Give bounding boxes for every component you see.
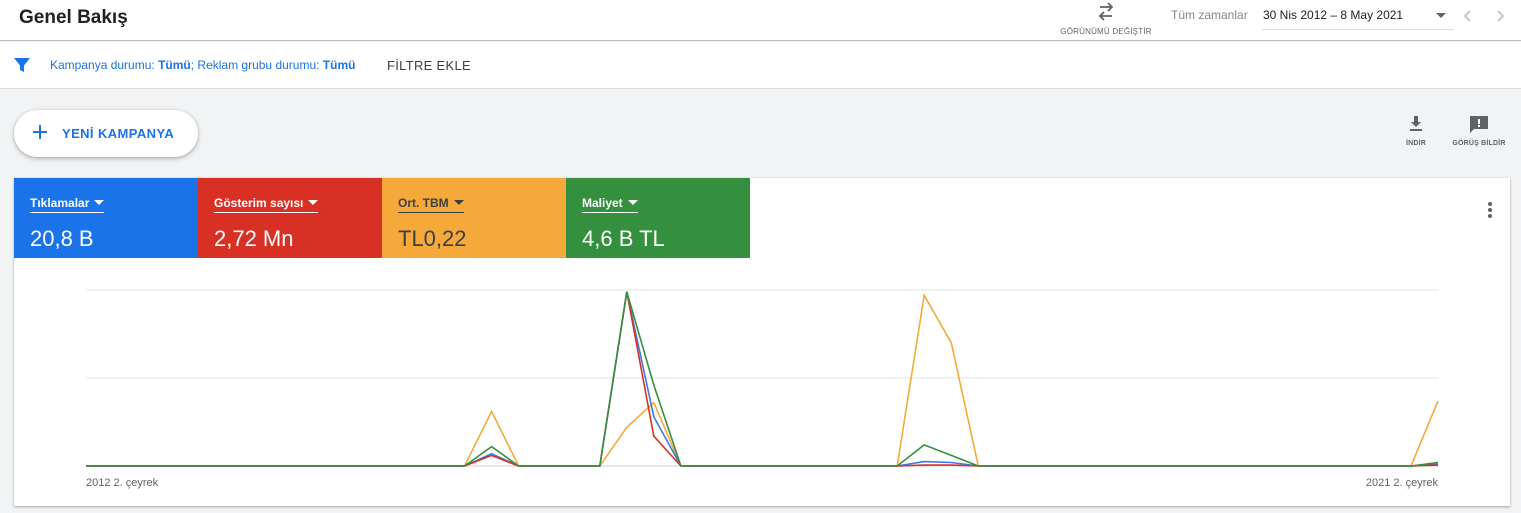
feedback-button[interactable]: GÖRÜŞ BİLDİR (1448, 114, 1510, 156)
active-filters[interactable]: Kampanya durumu: Tümü; Reklam grubu duru… (50, 58, 355, 72)
page-title: Genel Bakış (19, 7, 128, 28)
chart-gridlines (86, 289, 1438, 467)
chart-series (86, 291, 1439, 467)
date-range-selector[interactable]: 30 Nis 2012 – 8 May 2021 (1262, 2, 1454, 30)
feedback-label: GÖRÜŞ BİLDİR (1452, 140, 1506, 147)
adgroup-status-label: Reklam grubu durumu: (197, 58, 323, 72)
new-campaign-label: YENİ KAMPANYA (62, 126, 175, 141)
filter-bar: Kampanya durumu: Tümü; Reklam grubu duru… (0, 42, 1521, 89)
header: Genel Bakış GÖRÜNÜMÜ DEĞİŞTİR Tüm zamanl… (0, 0, 1521, 41)
previous-period-button[interactable] (1458, 6, 1478, 26)
campaign-status-value: Tümü (158, 58, 191, 72)
x-tick-label-end: 2021 2. çeyrek (1366, 477, 1439, 489)
filter-icon[interactable] (13, 57, 31, 73)
download-label: İNDİR (1405, 140, 1427, 147)
chevron-right-icon (1497, 10, 1505, 22)
adgroup-status-value: Tümü (322, 58, 356, 72)
date-range-text: 30 Nis 2012 – 8 May 2021 (1263, 8, 1404, 22)
download-button[interactable]: İNDİR (1396, 114, 1436, 156)
date-preset-label: Tüm zamanlar (1171, 8, 1248, 22)
series-line-ort-tbm (86, 292, 1439, 467)
performance-line-chart: 2012 2. çeyrek 2021 2. çeyrek (86, 289, 1439, 489)
series-line-maliyet (86, 291, 1439, 467)
caret-down-icon (1436, 13, 1446, 18)
swap-icon (1098, 2, 1114, 21)
series-line-gösterim-sayısı (86, 291, 1439, 467)
series-line-tıklamalar (86, 291, 1439, 467)
campaign-status-label: Kampanya durumu: (50, 58, 159, 72)
next-period-button[interactable] (1490, 6, 1510, 26)
performance-card: Tıklamalar 20,8 B Gösterim sayısı 2,72 M… (14, 178, 1510, 506)
switch-view-label: GÖRÜNÜMÜ DEĞİŞTİR (1060, 27, 1152, 36)
feedback-icon (1470, 116, 1488, 133)
new-campaign-button[interactable]: YENİ KAMPANYA (14, 110, 198, 157)
download-icon (1410, 116, 1422, 131)
plus-icon (33, 125, 47, 139)
add-filter-button[interactable]: FİLTRE EKLE (387, 58, 471, 73)
switch-view-button[interactable]: GÖRÜNÜMÜ DEĞİŞTİR (1056, 0, 1156, 40)
chevron-left-icon (1463, 10, 1471, 22)
x-tick-label-start: 2012 2. çeyrek (86, 477, 159, 489)
